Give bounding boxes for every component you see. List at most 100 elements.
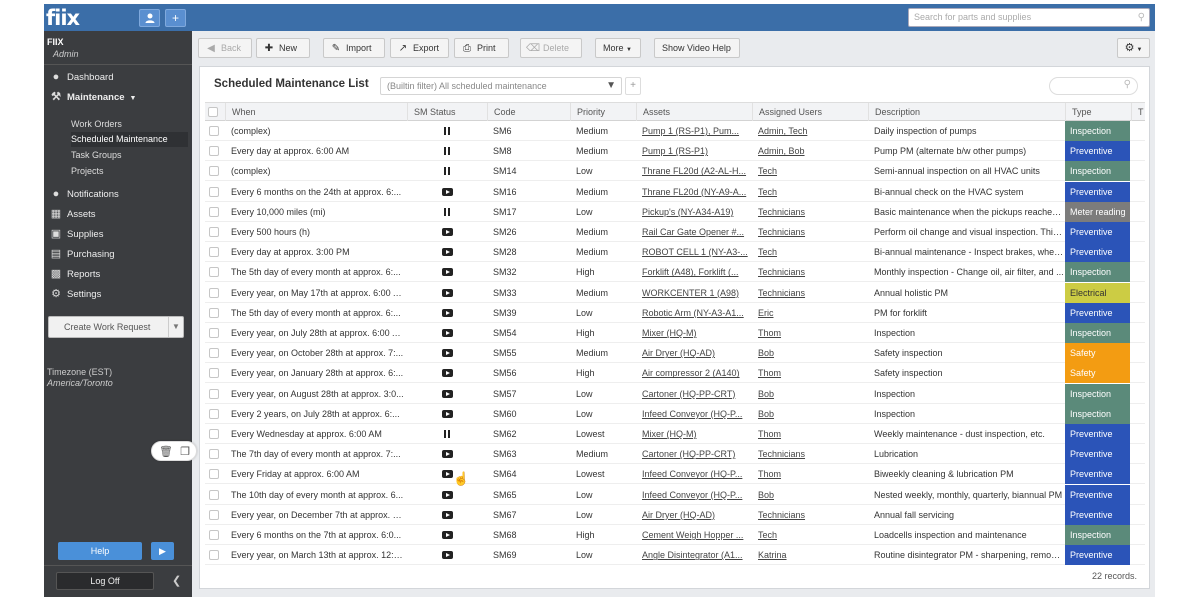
help-button[interactable]: Help (58, 542, 142, 560)
column-header-description[interactable]: Description (868, 103, 1065, 121)
row-checkbox[interactable] (209, 388, 219, 399)
sm-status-cell[interactable] (407, 283, 487, 303)
log-off-button[interactable]: Log Off (56, 572, 154, 590)
sidebar-item-dashboard[interactable]: ● Dashboard (49, 69, 114, 85)
sidebar-subitem-projects[interactable]: Projects (71, 164, 188, 179)
play-icon[interactable] (441, 308, 453, 317)
chevron-down-icon[interactable]: ▼ (168, 317, 183, 337)
row-checkbox[interactable] (209, 449, 219, 460)
user-link-text[interactable]: Technicians (758, 227, 805, 237)
asset-link-text[interactable]: Infeed Conveyor (HQ-P... (642, 409, 742, 419)
filter-select[interactable]: (Builtin filter) All scheduled maintenan… (380, 77, 622, 95)
table-row[interactable]: Every year, on July 28th at approx. 6:00… (205, 323, 1145, 343)
asset-link-text[interactable]: Air Dryer (HQ-AD) (642, 348, 715, 358)
assets-link[interactable]: Mixer (HQ-M) (642, 424, 750, 444)
row-checkbox[interactable] (209, 348, 219, 359)
column-header-priority[interactable]: Priority (570, 103, 636, 121)
assets-link[interactable]: Air compressor 2 (A140) (642, 363, 750, 383)
sidebar-subitem-task-groups[interactable]: Task Groups (71, 148, 188, 163)
asset-link-text[interactable]: Thrane FL20d (NY-A9-A... (642, 187, 746, 197)
user-link-text[interactable]: Bob (758, 348, 774, 358)
column-header-assigned-users[interactable]: Assigned Users (752, 103, 868, 121)
asset-link-text[interactable]: Infeed Conveyor (HQ-P... (642, 469, 742, 479)
sidebar-subitem-scheduled-maintenance[interactable]: Scheduled Maintenance (71, 132, 188, 147)
row-checkbox[interactable] (209, 126, 219, 136)
sidebar-item-settings[interactable]: ⚙ Settings (49, 286, 101, 302)
asset-link-text[interactable]: Air Dryer (HQ-AD) (642, 510, 715, 520)
row-checkbox[interactable] (209, 429, 219, 439)
pause-icon[interactable] (444, 207, 450, 216)
sm-status-cell[interactable] (407, 262, 487, 282)
assigned-users-link[interactable]: Admin, Bob (758, 141, 866, 161)
asset-link-text[interactable]: Robotic Arm (NY-A3-A1... (642, 308, 744, 318)
table-row[interactable]: Every 2 years, on July 28th at approx. 6… (205, 403, 1145, 424)
plus-icon[interactable]: + (165, 9, 186, 27)
table-row[interactable]: The 7th day of every month at approx. 7:… (205, 444, 1145, 465)
play-icon[interactable] (441, 470, 453, 479)
table-row[interactable]: Every year, on December 7th at approx. 6… (205, 504, 1145, 525)
sm-status-cell[interactable] (407, 464, 487, 484)
assets-link[interactable]: Robotic Arm (NY-A3-A1... (642, 303, 750, 323)
row-checkbox[interactable] (209, 247, 219, 258)
play-icon[interactable] (441, 288, 453, 297)
copy-icon[interactable]: ❐ (178, 445, 192, 458)
assets-link[interactable]: Thrane FL20d (A2-AL-H... (642, 161, 750, 181)
sm-status-cell[interactable] (407, 485, 487, 505)
user-link-text[interactable]: Technicians (758, 267, 805, 277)
column-header-code[interactable]: Code (487, 103, 570, 121)
assets-link[interactable]: WORKCENTER 1 (A98) (642, 283, 750, 303)
pause-icon[interactable] (444, 167, 450, 176)
assets-link[interactable]: Angle Disintegrator (A1... (642, 545, 750, 565)
assets-link[interactable]: Forklift (A48), Forklift (... (642, 262, 750, 282)
assets-link[interactable]: ROBOT CELL 1 (NY-A3-... (642, 242, 750, 262)
chevron-left-icon[interactable]: ❮ (172, 572, 184, 590)
select-all-checkbox[interactable] (208, 107, 218, 117)
user-link-text[interactable]: Thom (758, 328, 781, 338)
user-link-text[interactable]: Bob (758, 409, 774, 419)
assigned-users-link[interactable]: Technicians (758, 283, 866, 303)
settings-menu-button[interactable]: ⚙ ▼ (1117, 38, 1150, 58)
table-row[interactable]: Every Wednesday at approx. 6:00 AM SM62 Lo… (205, 424, 1145, 444)
play-icon[interactable] (441, 268, 453, 277)
sm-status-cell[interactable] (407, 363, 487, 383)
asset-link-text[interactable]: ROBOT CELL 1 (NY-A3-... (642, 247, 748, 257)
fiix-logo[interactable]: fiix (46, 6, 80, 30)
row-checkbox[interactable] (209, 530, 219, 540)
play-icon[interactable] (441, 409, 453, 418)
table-row[interactable]: The 5th day of every month at approx. 6:… (205, 262, 1145, 283)
assigned-users-link[interactable]: Thom (758, 464, 866, 484)
assets-link[interactable]: Cartoner (HQ-PP-CRT) (642, 444, 750, 464)
assigned-users-link[interactable]: Tech (758, 525, 866, 545)
play-icon[interactable] (441, 450, 453, 459)
assigned-users-link[interactable]: Thom (758, 323, 866, 343)
column-header-when[interactable]: When (225, 103, 407, 121)
more-button[interactable]: More ▼ (595, 38, 641, 58)
table-row[interactable]: (complex) SM14 Low Thrane FL20d (A2-AL-H...… (205, 161, 1145, 182)
asset-link-text[interactable]: Rail Car Gate Opener #... (642, 227, 744, 237)
assigned-users-link[interactable]: Bob (758, 343, 866, 363)
asset-link-text[interactable]: Pump 1 (RS-P1) (642, 146, 708, 156)
table-row[interactable]: Every day at approx. 6:00 AM SM8 Medium Pum… (205, 141, 1145, 162)
row-checkbox[interactable] (209, 186, 219, 197)
asset-link-text[interactable]: Pump 1 (RS-P1), Pum... (642, 126, 739, 136)
sm-status-cell[interactable] (407, 202, 487, 222)
import-button[interactable]: ✎ Import (323, 38, 385, 58)
row-checkbox[interactable] (209, 408, 219, 419)
row-checkbox[interactable] (209, 287, 219, 298)
sidebar-item-notifications[interactable]: ● Notifications (49, 186, 119, 202)
sidebar-item-reports[interactable]: ▩ Reports (49, 266, 100, 282)
sm-status-cell[interactable] (407, 444, 487, 464)
pause-icon[interactable] (444, 127, 450, 135)
print-button[interactable]: ⎙ Print (454, 38, 509, 58)
assets-link[interactable]: Pickup's (NY-A34-A19) (642, 202, 750, 222)
assigned-users-link[interactable]: Katrina (758, 545, 866, 565)
user-link-text[interactable]: Tech (758, 187, 777, 197)
assets-link[interactable]: Infeed Conveyor (HQ-P... (642, 404, 750, 424)
sm-status-cell[interactable] (407, 303, 487, 323)
assigned-users-link[interactable]: Technicians (758, 222, 866, 242)
assets-link[interactable]: Thrane FL20d (NY-A9-A... (642, 182, 750, 202)
row-checkbox[interactable] (209, 146, 219, 157)
user-link-text[interactable]: Tech (758, 247, 777, 257)
user-link-text[interactable]: Tech (758, 166, 777, 176)
user-link-text[interactable]: Thom (758, 368, 781, 378)
